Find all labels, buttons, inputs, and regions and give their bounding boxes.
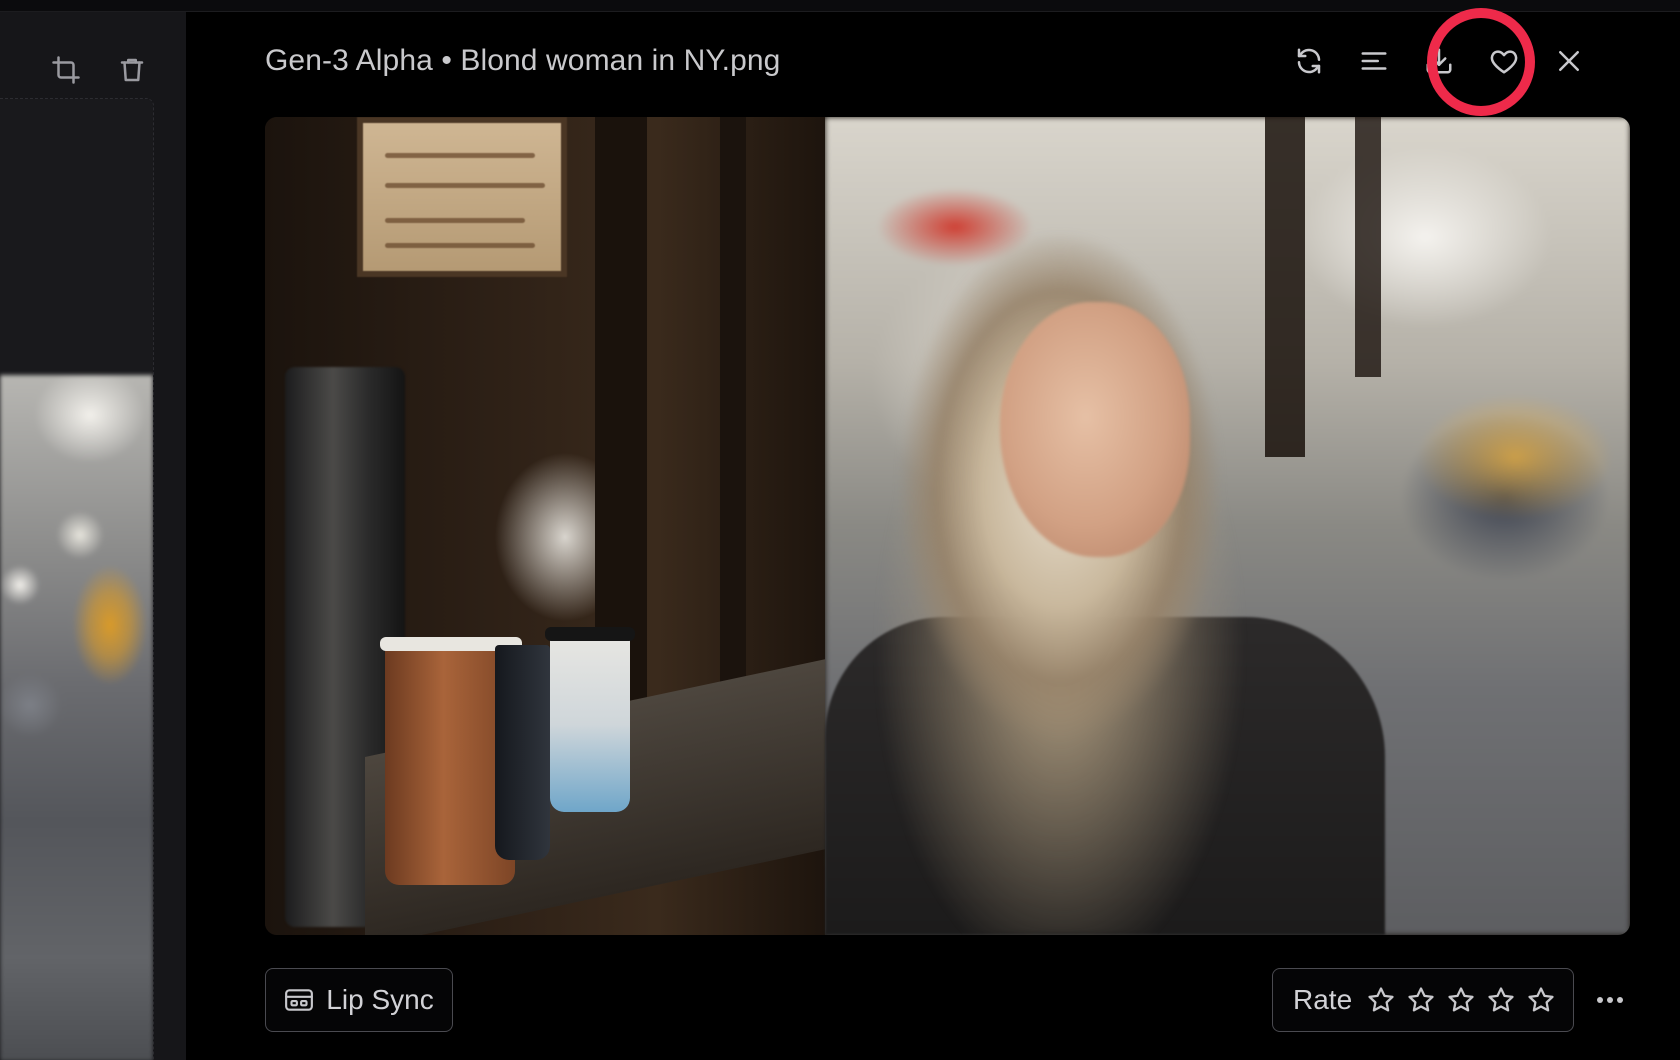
lip-sync-button[interactable]: Lip Sync <box>265 968 453 1032</box>
star-icon <box>1448 987 1474 1012</box>
refresh-icon <box>1297 48 1321 74</box>
coffee-cup <box>495 645 550 860</box>
subject-face <box>1000 302 1190 557</box>
star-4-button[interactable] <box>1486 985 1516 1015</box>
star-icon <box>1408 987 1434 1012</box>
regenerate-button[interactable] <box>1290 38 1328 84</box>
delete-button[interactable] <box>114 52 150 88</box>
header-actions <box>1290 38 1588 84</box>
window-frame-post <box>720 117 746 737</box>
star-5-button[interactable] <box>1526 985 1556 1015</box>
asset-title: Gen-3 Alpha • Blond woman in NY.png <box>265 44 781 77</box>
coffee-cup-lid <box>545 627 635 641</box>
window-frame-post <box>1355 117 1381 377</box>
more-dots-icon <box>1597 997 1623 1003</box>
trash-icon <box>120 58 144 82</box>
left-toolbar <box>48 52 150 88</box>
menu-lines-icon <box>1361 52 1387 70</box>
rating-control: Rate <box>1272 968 1574 1032</box>
lip-sync-icon <box>285 989 314 1011</box>
heart-icon <box>1490 50 1518 74</box>
generation-thumbnail[interactable] <box>0 375 153 1060</box>
empty-slot <box>0 99 153 375</box>
favorite-button[interactable] <box>1485 38 1523 84</box>
download-icon <box>1426 48 1452 74</box>
window-top-strip <box>0 0 1680 12</box>
close-button[interactable] <box>1550 38 1588 84</box>
coffee-cup <box>550 637 630 812</box>
cafe-sign <box>357 117 567 277</box>
download-button[interactable] <box>1420 38 1458 84</box>
star-icon <box>1488 987 1514 1012</box>
close-icon <box>1559 51 1579 71</box>
star-1-button[interactable] <box>1366 985 1396 1015</box>
star-icon <box>1368 987 1394 1012</box>
rate-label: Rate <box>1293 984 1353 1015</box>
star-3-button[interactable] <box>1446 985 1476 1015</box>
left-panel <box>0 12 186 1060</box>
previous-generation-card[interactable] <box>0 98 154 1060</box>
crop-button[interactable] <box>48 52 84 88</box>
image-scene <box>265 117 1630 935</box>
star-2-button[interactable] <box>1406 985 1436 1015</box>
details-button[interactable] <box>1355 38 1393 84</box>
generated-image[interactable] <box>265 117 1630 935</box>
lip-sync-label: Lip Sync <box>326 984 434 1015</box>
crop-icon <box>52 56 80 84</box>
more-options-button[interactable] <box>1592 984 1628 1016</box>
star-icon <box>1528 987 1554 1012</box>
